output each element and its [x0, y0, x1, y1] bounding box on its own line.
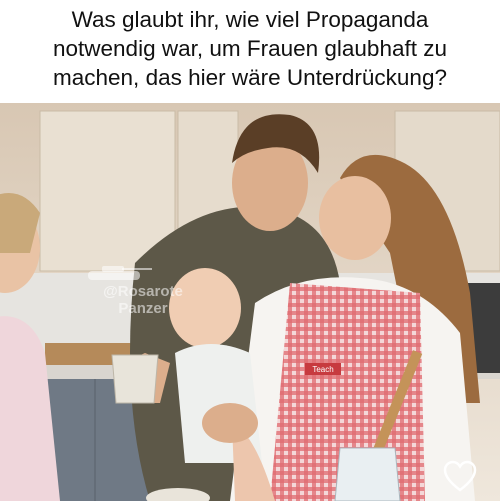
- caption-text: Was glaubt ihr, wie viel Propaganda notw…: [53, 7, 447, 90]
- watermark-line-1: @Rosarote: [103, 283, 183, 300]
- tank-icon: [88, 266, 152, 280]
- watermark-line-2: Panzer: [118, 300, 168, 317]
- caption-banner: Was glaubt ihr, wie viel Propaganda notw…: [0, 0, 500, 103]
- apron-tag-text: Teach: [312, 365, 333, 374]
- family-kitchen-photo: Teach: [0, 103, 500, 501]
- hand-holding-baby: [202, 403, 258, 443]
- heart-icon[interactable]: [442, 459, 478, 495]
- watermark: @Rosarote Panzer: [78, 263, 208, 317]
- glass-jar: [334, 447, 401, 501]
- photo: Teach @Rosarote Panzer: [0, 103, 500, 501]
- woman-face: [319, 176, 391, 260]
- mug: [111, 354, 159, 404]
